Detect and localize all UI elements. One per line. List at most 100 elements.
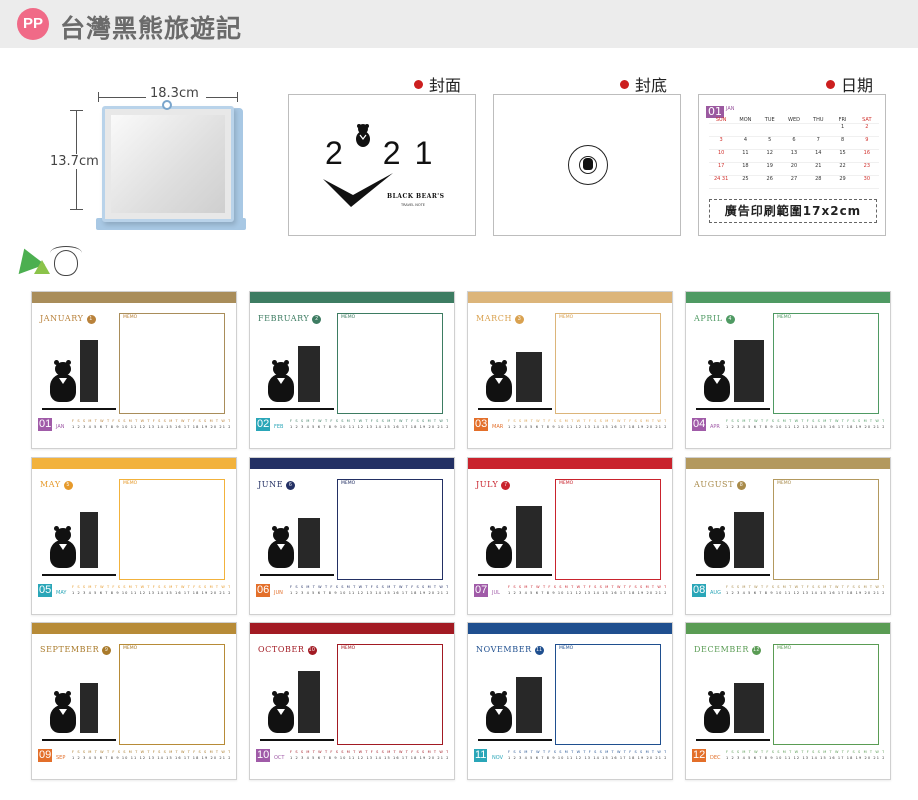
month-name: MAY 5 <box>40 480 73 490</box>
weekday-header: TUE <box>764 117 775 123</box>
date-row: 10 11 12 13 14 15 16 <box>709 150 879 163</box>
memo-box: MEMO <box>119 644 225 745</box>
date-cell: 7 <box>816 137 820 143</box>
cover-subtitle: TRAVEL NOTE <box>401 203 425 207</box>
month-name: FEBRUARY 2 <box>258 314 322 324</box>
bear-illustration <box>696 496 770 578</box>
landmark-silhouette <box>516 677 542 733</box>
date-cell: 23 <box>863 163 871 169</box>
bear-chest-mark-icon <box>713 709 721 715</box>
month-calendar-strip: 05 MAY F S S M T W T F S S M T W T F S S M… <box>38 584 230 598</box>
height-dimension: 13.7cm <box>50 110 99 210</box>
month-color-band <box>32 458 236 469</box>
weekday-row: F S S M T W T F S S M T W T F S S M T W … <box>72 750 230 754</box>
weekday-row: F S S M T W T F S S M T W T F S S M T W … <box>508 419 666 423</box>
bear-icon <box>583 158 593 170</box>
month-name: OCTOBER 10 <box>258 645 317 655</box>
product-stand-mockup: 18.3cm 13.7cm <box>40 80 250 240</box>
girl-face-icon <box>54 250 78 276</box>
calendar-month-number: 07 <box>474 584 489 597</box>
month-calendar-strip: 06 JUN F S S M T W T F S S M T W T F S S M… <box>256 584 448 598</box>
weekday-header: THU <box>813 117 824 123</box>
day-row: 1 2 3 4 5 6 7 8 9 10 11 12 13 14 15 16 1… <box>72 591 230 595</box>
month-color-band <box>250 292 454 303</box>
ad-print-area: 廣告印刷範圍17x2cm <box>709 199 877 223</box>
stand-ring-icon <box>162 100 172 110</box>
days-strip: F S S M T W T F S S M T W T F S S M T W … <box>726 749 884 763</box>
bear-icon <box>356 124 370 147</box>
bear-chest-mark-icon <box>59 709 67 715</box>
days-strip: F S S M T W T F S S M T W T F S S M T W … <box>290 418 448 432</box>
ground-line <box>478 408 552 410</box>
weekday-header: SAT <box>862 117 872 123</box>
days-strip: F S S M T W T F S S M T W T F S S M T W … <box>726 584 884 598</box>
calendar-month-number: 04 <box>692 418 707 431</box>
date-cell: 12 <box>766 150 773 156</box>
month-color-band <box>250 623 454 634</box>
days-strip: F S S M T W T F S S M T W T F S S M T W … <box>508 418 666 432</box>
checkmark-logo-icon <box>323 173 393 207</box>
month-calendar-strip: 02 FEB F S S M T W T F S S M T W T F S S M… <box>256 418 448 432</box>
landmark-silhouette <box>734 340 764 402</box>
date-cell: 28 <box>815 176 822 182</box>
month-number-badge: 10 <box>307 646 317 655</box>
ground-line <box>696 574 770 576</box>
date-cell: 20 <box>790 163 798 169</box>
weekday-row: F S S M T W T F S S M T W T F S S M T W … <box>290 750 448 754</box>
date-cell: 21 <box>815 163 822 169</box>
calendar-month-abbr: AUG <box>710 590 721 596</box>
date-month-abbr: JAN <box>726 106 735 112</box>
month-calendar-strip: 04 APR F S S M T W T F S S M T W T F S S M… <box>692 418 884 432</box>
days-strip: F S S M T W T F S S M T W T F S S M T W … <box>290 749 448 763</box>
memo-box: MEMO <box>555 479 661 580</box>
month-name: JULY 7 <box>476 480 511 490</box>
date-row: 17 18 19 20 21 22 23 <box>709 163 879 176</box>
calendar-month-number: 08 <box>692 584 707 597</box>
month-color-band <box>468 623 672 634</box>
date-cell: 22 <box>839 163 846 169</box>
date-cell: 3 <box>719 137 723 143</box>
month-color-band <box>32 292 236 303</box>
date-cell <box>758 124 782 136</box>
month-card-may: MAY 5 MEMO 05 MAY F S S M T W T F S S M T W T… <box>31 457 237 615</box>
date-cell: 10 <box>717 150 725 156</box>
memo-label: MEMO <box>777 481 792 486</box>
ground-line <box>260 739 334 741</box>
weekday-row: F S S M T W T F S S M T W T F S S M T W … <box>72 419 230 423</box>
date-label: 日期 <box>826 72 873 96</box>
day-row: 1 2 3 4 5 6 7 8 9 10 11 12 13 14 15 16 1… <box>726 756 884 760</box>
month-card-dec: DECEMBER 12 MEMO 12 DEC F S S M T W T F S S M… <box>685 622 891 780</box>
bear-illustration <box>478 330 552 412</box>
bear-illustration <box>696 661 770 743</box>
day-row: 1 2 3 4 5 6 7 8 9 10 11 12 13 14 15 16 1… <box>726 591 884 595</box>
memo-box: MEMO <box>773 313 879 414</box>
memo-label: MEMO <box>341 646 356 651</box>
day-row: 1 2 3 4 5 6 7 8 9 10 11 12 13 14 15 16 1… <box>726 425 884 429</box>
landmark-silhouette <box>80 340 98 402</box>
date-cell: 24 31 <box>713 176 729 182</box>
date-cell <box>806 124 830 136</box>
bear-illustration <box>260 496 334 578</box>
memo-box: MEMO <box>337 479 443 580</box>
pp-logo-badge: PP <box>17 8 49 40</box>
calendar-month-number: 09 <box>38 749 53 762</box>
date-cell: 30 <box>863 176 871 182</box>
red-dot-icon <box>826 80 835 89</box>
bear-illustration <box>42 661 116 743</box>
cover-label: 封面 <box>414 72 461 96</box>
month-card-mar: MARCH 3 MEMO 03 MAR F S S M T W T F S S M T W… <box>467 291 673 449</box>
month-card-jan: JANUARY 1 MEMO 01 JAN F S S M T W T F S S M T… <box>31 291 237 449</box>
back-preview <box>493 94 681 236</box>
ground-line <box>696 408 770 410</box>
ground-line <box>42 739 116 741</box>
bear-chest-mark-icon <box>277 378 285 384</box>
page-title: 台灣黑熊旅遊記 <box>60 14 243 43</box>
date-cell: 2 <box>865 124 869 130</box>
month-number-badge: 12 <box>751 646 761 655</box>
weekday-row: F S S M T W T F S S M T W T F S S M T W … <box>508 585 666 589</box>
day-row: 1 2 3 4 5 6 7 8 9 10 11 12 13 14 15 16 1… <box>290 425 448 429</box>
month-card-feb: FEBRUARY 2 MEMO 02 FEB F S S M T W T F S S M … <box>249 291 455 449</box>
memo-label: MEMO <box>341 315 356 320</box>
calendar-month-abbr: MAY <box>56 590 67 596</box>
ground-line <box>260 574 334 576</box>
